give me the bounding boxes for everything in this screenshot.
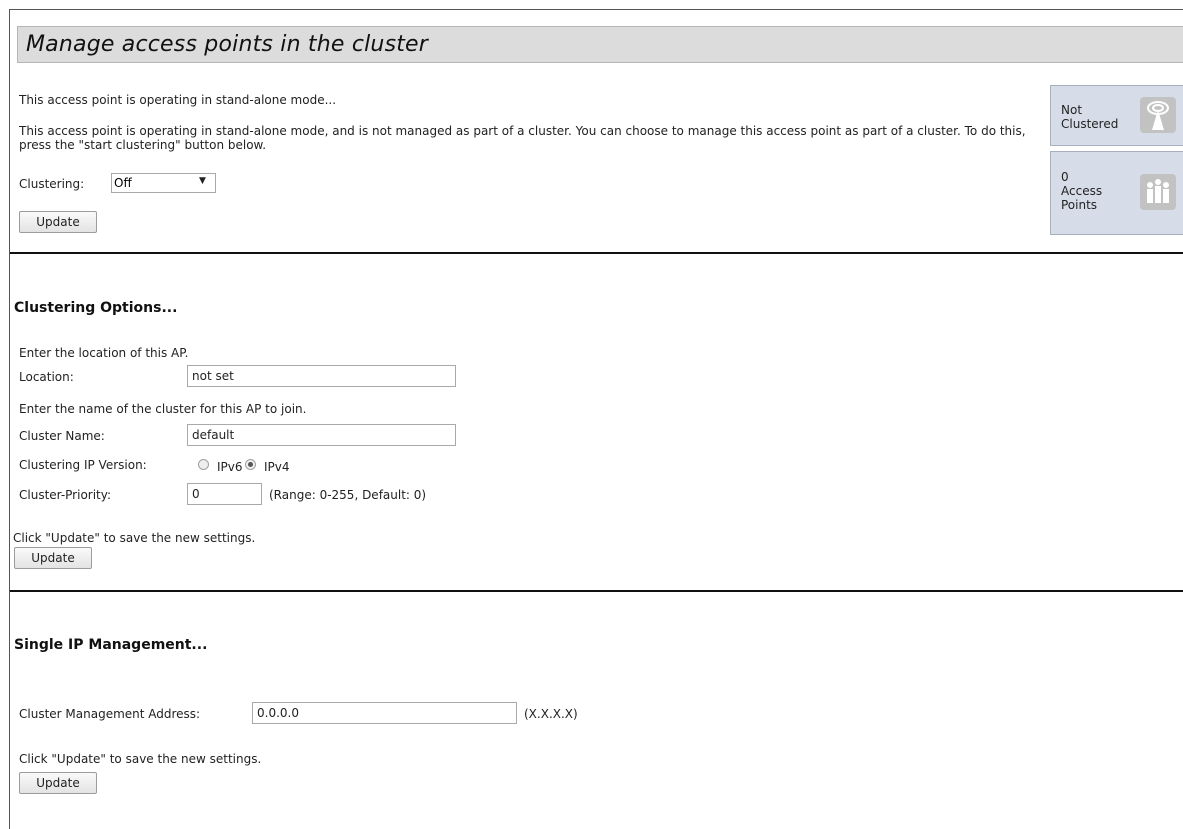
save-hint-options: Click "Update" to save the new settings. [13, 531, 256, 545]
ap-count-label-1: Access [1061, 184, 1103, 198]
ipv6-label: IPv6 [217, 460, 243, 474]
cluster-name-input[interactable] [187, 424, 456, 446]
ap-count-value: 0 [1061, 170, 1069, 184]
clustering-select[interactable]: Off [111, 173, 216, 193]
cluster-address-hint: (X.X.X.X) [524, 707, 578, 721]
standalone-heading: This access point is operating in stand-… [19, 93, 337, 107]
ap-count-box: 0 Access Points [1050, 151, 1183, 235]
standalone-description: This access point is operating in stand-… [19, 124, 1026, 152]
single-ip-title: Single IP Management... [14, 637, 208, 653]
cluster-name-hint: Enter the name of the cluster for this A… [19, 402, 307, 416]
location-input[interactable] [187, 365, 456, 387]
cluster-address-input[interactable] [252, 702, 517, 724]
ap-count-label-2: Points [1061, 198, 1098, 212]
ipv4-label: IPv4 [264, 460, 290, 474]
page-title: Manage access points in the cluster [17, 26, 1183, 63]
save-hint-single-ip: Click "Update" to save the new settings. [19, 752, 262, 766]
update-single-ip-button[interactable]: Update [19, 772, 97, 794]
location-hint: Enter the location of this AP. [19, 346, 189, 360]
update-options-button[interactable]: Update [14, 547, 92, 569]
ip-version-label: Clustering IP Version: [19, 458, 147, 472]
people-group-icon [1140, 174, 1176, 210]
location-label: Location: [19, 370, 74, 384]
section-divider-2 [10, 590, 1183, 592]
cluster-status-line-2: Clustered [1061, 117, 1119, 131]
antenna-icon [1140, 97, 1176, 133]
update-clustering-button[interactable]: Update [19, 211, 97, 233]
ipv6-radio[interactable] [198, 459, 209, 470]
section-divider-1 [10, 252, 1183, 254]
cluster-name-label: Cluster Name: [19, 429, 105, 443]
priority-hint: (Range: 0-255, Default: 0) [269, 488, 427, 502]
cluster-address-label: Cluster Management Address: [19, 707, 201, 721]
cluster-status-box: Not Clustered [1050, 85, 1183, 146]
clustering-options-title: Clustering Options... [14, 300, 178, 316]
clustering-label: Clustering: [19, 177, 85, 191]
cluster-status-line-1: Not [1061, 103, 1083, 117]
priority-input[interactable] [187, 483, 262, 505]
ipv4-radio[interactable] [245, 459, 256, 470]
priority-label: Cluster-Priority: [19, 488, 112, 502]
